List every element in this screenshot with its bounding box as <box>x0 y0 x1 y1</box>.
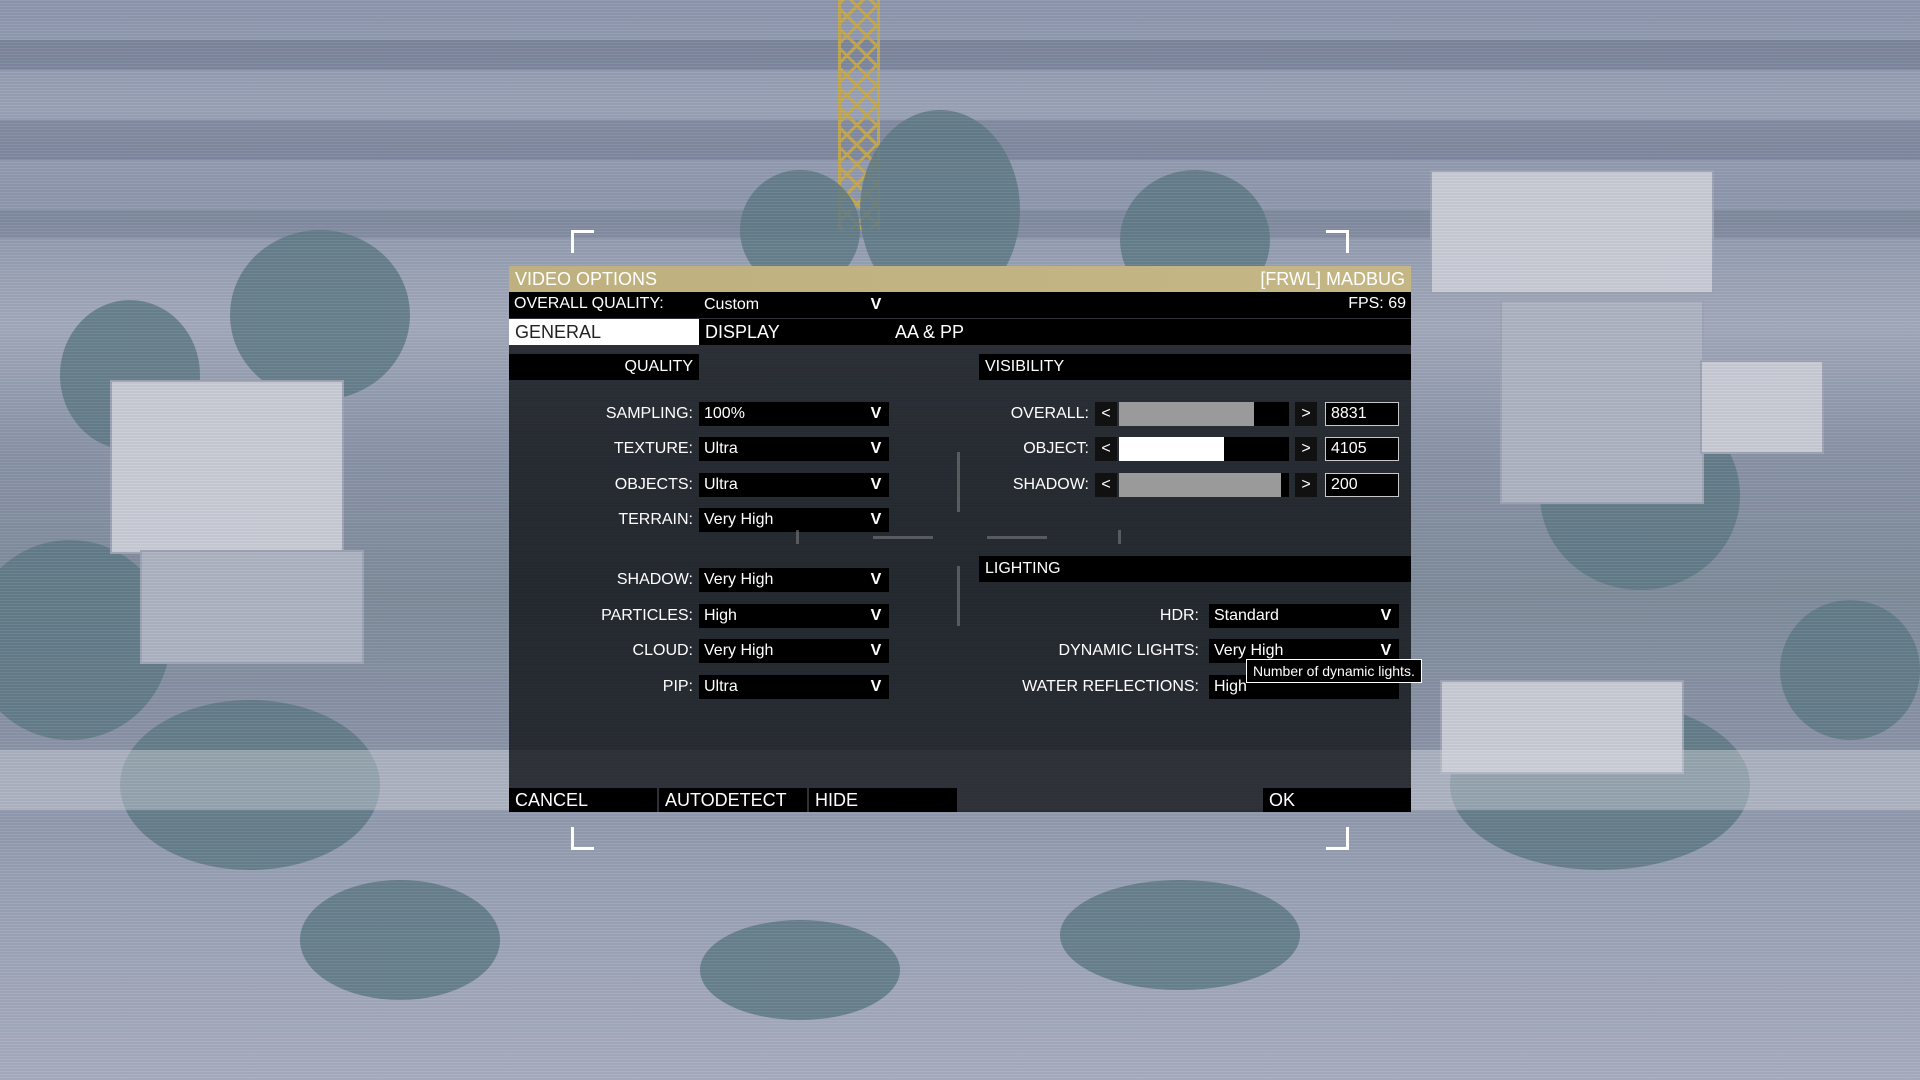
visibility-header: VISIBILITY <box>979 354 1411 380</box>
chevron-down-icon: V <box>870 440 882 457</box>
dropdown-value: Very High <box>704 642 774 659</box>
dropdown-value: 100% <box>704 405 745 422</box>
decrease-button[interactable]: < <box>1095 437 1117 461</box>
visibility-value-field[interactable]: 200 <box>1325 473 1399 497</box>
corner-bracket-bottom-right <box>1326 827 1349 850</box>
quality-dropdown[interactable]: Ultra V <box>699 473 889 497</box>
divider <box>873 536 933 539</box>
visibility-label: OBJECT: <box>1023 440 1089 457</box>
cancel-button[interactable]: CANCEL <box>509 788 657 812</box>
chevron-down-icon: V <box>870 476 882 493</box>
overall-quality-value: Custom <box>704 296 760 313</box>
tooltip: Number of dynamic lights. <box>1246 659 1422 683</box>
quality-label: TEXTURE: <box>613 440 693 457</box>
overall-quality-dropdown[interactable]: Custom V <box>699 293 889 317</box>
lighting-label: WATER REFLECTIONS: <box>1022 678 1199 695</box>
visibility-value-field[interactable]: 8831 <box>1325 402 1399 426</box>
decrease-button[interactable]: < <box>1095 402 1117 426</box>
ok-button[interactable]: OK <box>1263 788 1411 812</box>
quality-dropdown[interactable]: 100% V <box>699 402 889 426</box>
quality-dropdown[interactable]: Ultra V <box>699 437 889 461</box>
visibility-slider[interactable] <box>1119 473 1289 497</box>
quality-label: PARTICLES: <box>601 607 693 624</box>
chevron-down-icon: V <box>870 642 882 659</box>
dropdown-value: Very High <box>704 571 774 588</box>
quality-dropdown[interactable]: High V <box>699 604 889 628</box>
dropdown-value: High <box>704 607 737 624</box>
chevron-down-icon: V <box>870 296 882 313</box>
decrease-button[interactable]: < <box>1095 473 1117 497</box>
chevron-down-icon: V <box>870 607 882 624</box>
tab-aa-pp[interactable]: AA & PP <box>889 319 1079 345</box>
autodetect-button[interactable]: AUTODETECT <box>659 788 807 812</box>
chevron-down-icon: V <box>1380 607 1392 624</box>
increase-button[interactable]: > <box>1295 473 1317 497</box>
corner-bracket-top-left <box>571 230 594 253</box>
tab-display[interactable]: DISPLAY <box>699 319 889 345</box>
visibility-slider[interactable] <box>1119 402 1289 426</box>
divider <box>796 530 799 544</box>
quality-dropdown[interactable]: Very High V <box>699 568 889 592</box>
dropdown-value: Standard <box>1214 607 1279 624</box>
dialog-title: VIDEO OPTIONS <box>515 268 658 289</box>
corner-bracket-top-right <box>1326 230 1349 253</box>
slider-fill <box>1119 402 1254 426</box>
player-name: [FRWL] MADBUG <box>1260 268 1405 289</box>
visibility-label: SHADOW: <box>1012 476 1089 493</box>
lighting-label: DYNAMIC LIGHTS: <box>1058 642 1199 659</box>
quality-label: SAMPLING: <box>605 405 693 422</box>
corner-bracket-bottom-left <box>571 827 594 850</box>
quality-label: PIP: <box>662 678 693 695</box>
dropdown-value: Very High <box>1214 642 1284 659</box>
divider <box>1118 530 1121 544</box>
dropdown-value: High <box>1214 678 1247 695</box>
quality-label: TERRAIN: <box>618 511 693 528</box>
visibility-value-field[interactable]: 4105 <box>1325 437 1399 461</box>
dropdown-value: Ultra <box>704 678 738 695</box>
chevron-down-icon: V <box>870 571 882 588</box>
tab-general[interactable]: GENERAL <box>509 319 699 345</box>
visibility-slider[interactable] <box>1119 437 1289 461</box>
dropdown-value: Very High <box>704 511 774 528</box>
quality-label: SHADOW: <box>616 571 693 588</box>
chevron-down-icon: V <box>870 405 882 422</box>
overall-quality-row: OVERALL QUALITY: Custom V FPS: 69 <box>509 292 1411 318</box>
visibility-label: OVERALL: <box>1010 405 1089 422</box>
chevron-down-icon: V <box>870 678 882 695</box>
increase-button[interactable]: > <box>1295 402 1317 426</box>
fps-counter: FPS: 69 <box>1348 295 1406 312</box>
quality-dropdown[interactable]: Ultra V <box>699 675 889 699</box>
chevron-down-icon: V <box>870 511 882 528</box>
quality-dropdown[interactable]: Very High V <box>699 639 889 663</box>
dropdown-value: Ultra <box>704 440 738 457</box>
quality-header: QUALITY <box>509 354 699 380</box>
lighting-header: LIGHTING <box>979 556 1411 582</box>
hide-button[interactable]: HIDE <box>809 788 957 812</box>
video-options-dialog: VIDEO OPTIONS [FRWL] MADBUG OVERALL QUAL… <box>509 266 1422 812</box>
quality-dropdown[interactable]: Very High V <box>699 508 889 532</box>
divider <box>987 536 1047 539</box>
lighting-dropdown[interactable]: Standard V <box>1209 604 1399 628</box>
quality-label: CLOUD: <box>632 642 693 659</box>
lighting-label: HDR: <box>1159 607 1199 624</box>
slider-fill <box>1119 473 1281 497</box>
increase-button[interactable]: > <box>1295 437 1317 461</box>
tab-bar: GENERAL DISPLAY AA & PP <box>509 319 1411 345</box>
quality-label: OBJECTS: <box>614 476 693 493</box>
title-bar: VIDEO OPTIONS [FRWL] MADBUG <box>509 266 1411 292</box>
overall-quality-label: OVERALL QUALITY: <box>514 295 664 312</box>
dropdown-value: Ultra <box>704 476 738 493</box>
slider-fill <box>1119 437 1224 461</box>
